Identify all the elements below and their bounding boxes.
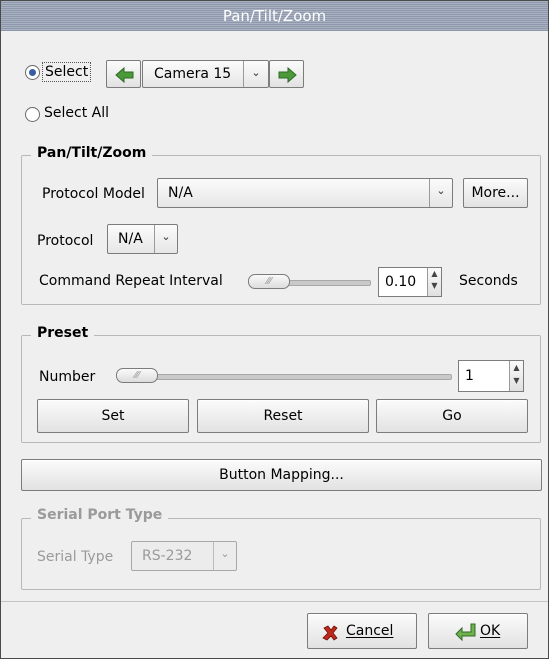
repeat-interval-spinbox[interactable]: 0.10 ▲ ▼: [378, 267, 442, 297]
camera-combo-value: Camera 15: [154, 66, 232, 82]
ptz-group-label: Pan/Tilt/Zoom: [31, 145, 153, 161]
protocol-label: Protocol: [37, 233, 94, 249]
chevron-down-icon: ⌄: [213, 542, 236, 570]
serial-type-combo: RS-232 ⌄: [131, 541, 237, 571]
chevron-down-icon[interactable]: ⌄: [154, 225, 177, 253]
select-radio[interactable]: [25, 65, 40, 80]
dialog-window: Pan/Tilt/Zoom Select Camera 15 ⌄ Select …: [0, 0, 549, 659]
button-mapping-button[interactable]: Button Mapping...: [21, 459, 542, 491]
spin-arrows-icon[interactable]: ▲ ▼: [509, 361, 523, 391]
serial-type-label: Serial Type: [37, 549, 114, 565]
protocol-combo[interactable]: N/A ⌄: [107, 224, 178, 254]
preset-number-spinbox[interactable]: 1 ▲ ▼: [458, 360, 524, 392]
more-button[interactable]: More...: [463, 178, 528, 208]
protocol-value: N/A: [118, 231, 143, 247]
previous-camera-button[interactable]: [106, 60, 141, 88]
window-title: Pan/Tilt/Zoom: [222, 7, 327, 25]
arrow-right-icon: [278, 66, 297, 84]
preset-number-slider-handle[interactable]: ⁄⁄⁄: [116, 368, 158, 383]
protocol-model-label: Protocol Model: [42, 186, 145, 202]
arrow-left-icon: [115, 66, 134, 84]
protocol-model-value: N/A: [168, 185, 193, 201]
select-radio-label[interactable]: Select: [42, 62, 92, 82]
repeat-interval-value: 0.10: [385, 274, 417, 290]
serial-port-group-label: Serial Port Type: [31, 507, 169, 523]
seconds-label: Seconds: [459, 273, 518, 289]
preset-reset-button[interactable]: Reset: [197, 399, 369, 433]
cancel-label: Cancel: [346, 623, 394, 639]
preset-go-button[interactable]: Go: [376, 399, 528, 433]
serial-type-value: RS-232: [142, 548, 193, 564]
repeat-interval-slider-handle[interactable]: ⁄⁄⁄: [248, 274, 290, 289]
select-all-radio[interactable]: [25, 107, 40, 122]
preset-number-value: 1: [465, 368, 474, 384]
repeat-interval-label: Command Repeat Interval: [39, 273, 223, 289]
preset-group-label: Preset: [31, 325, 95, 341]
ok-label: OK: [480, 623, 501, 639]
protocol-model-combo[interactable]: N/A ⌄: [157, 178, 453, 208]
cancel-x-icon: [322, 625, 338, 641]
chevron-down-icon[interactable]: ⌄: [429, 179, 452, 207]
preset-set-button[interactable]: Set: [37, 399, 189, 433]
next-camera-button[interactable]: [269, 60, 304, 88]
camera-combo[interactable]: Camera 15 ⌄: [142, 60, 269, 88]
preset-number-label: Number: [39, 369, 96, 385]
spin-arrows-icon[interactable]: ▲ ▼: [427, 268, 441, 296]
cancel-button[interactable]: Cancel: [307, 613, 417, 649]
ok-return-arrow-icon: [455, 623, 476, 642]
title-bar[interactable]: Pan/Tilt/Zoom: [1, 1, 548, 31]
ok-button[interactable]: OK: [428, 613, 528, 649]
footer-separator: [1, 601, 548, 602]
preset-number-slider-track[interactable]: [118, 374, 452, 380]
chevron-down-icon[interactable]: ⌄: [243, 61, 268, 87]
select-all-label[interactable]: Select All: [44, 104, 109, 122]
